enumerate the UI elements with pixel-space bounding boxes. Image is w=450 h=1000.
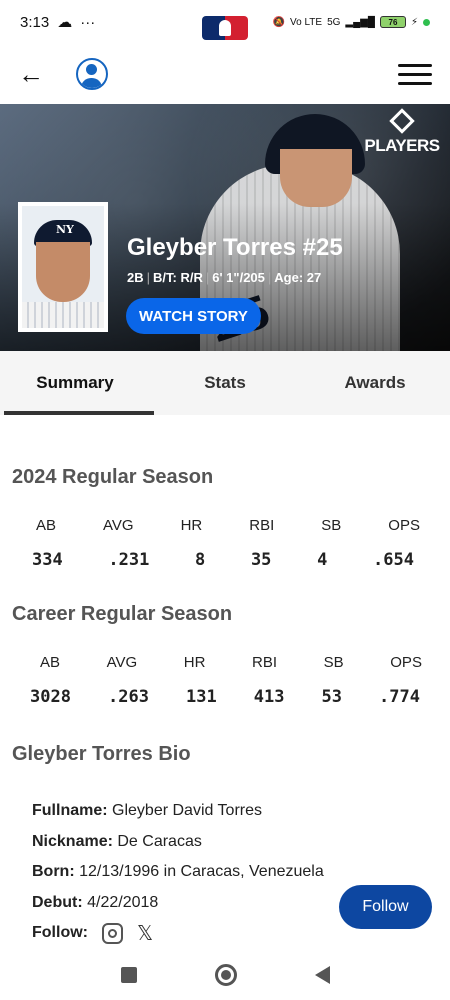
header-left: ←: [18, 58, 108, 90]
stat-header-ops: OPS: [390, 654, 422, 671]
bio-fullname-value: Gleyber David Torres: [112, 802, 262, 819]
career-title: Career Regular Season: [12, 603, 233, 625]
tab-awards[interactable]: Awards: [300, 351, 450, 415]
players-badge-text: PLAYERS: [364, 136, 440, 155]
follow-button[interactable]: Follow: [339, 885, 432, 929]
back-triangle-icon[interactable]: [314, 966, 330, 984]
bio-fullname: Fullname: Gleyber David Torres: [32, 796, 324, 827]
stat-header-hr: HR: [180, 517, 203, 534]
player-meta: 2B | B/T: R/R | 6' 1"/205 | Age: 27: [127, 270, 321, 285]
cloud-icon: ☁: [57, 14, 73, 31]
bio-born-label: Born:: [32, 863, 75, 880]
stat-value-avg: .263: [107, 687, 149, 707]
mlb-logo[interactable]: [202, 16, 248, 40]
stat-header-hr: HR: [183, 654, 206, 671]
status-right: 🔕 Vo LTE 5G ▂▄▆█ 76 ⚡: [273, 16, 430, 28]
headshot-image: NY: [22, 206, 104, 328]
avatar-head: [86, 64, 97, 75]
meta-separator: |: [146, 270, 151, 285]
stat-header-sb: SB: [323, 654, 344, 671]
season-title: 2024 Regular Season: [12, 466, 214, 488]
stat-value-avg: .231: [108, 550, 150, 570]
stat-header-rbi: RBI: [252, 654, 278, 671]
meta-separator: |: [267, 270, 272, 285]
stat-header-rbi: RBI: [249, 517, 275, 534]
bio-follow-label: Follow:: [32, 924, 88, 941]
stat-value-ab: 334: [32, 550, 63, 570]
signal-icon: ▂▄▆█: [345, 16, 375, 28]
headshot-cap-logo: NY: [56, 223, 74, 236]
privacy-dot-icon: [423, 18, 430, 26]
instagram-icon[interactable]: [101, 922, 123, 944]
stat-value-ops: .774: [378, 687, 420, 707]
bio-born-value: 12/13/1996 in Caracas, Venezuela: [79, 863, 324, 880]
tab-stats[interactable]: Stats: [150, 351, 300, 415]
stat-header-avg: AVG: [103, 517, 134, 534]
stat-header-sb: SB: [321, 517, 342, 534]
mute-icon: 🔕: [272, 16, 285, 28]
player-position: 2B: [127, 270, 144, 285]
tab-summary[interactable]: Summary: [0, 351, 154, 415]
stat-value-hr: 131: [185, 687, 217, 707]
stat-header-ops: OPS: [388, 517, 420, 534]
system-nav-bar: [0, 950, 450, 1000]
player-height-weight: 6' 1"/205: [212, 270, 265, 285]
watch-story-button[interactable]: WATCH STORY: [126, 298, 261, 334]
bio-debut-label: Debut:: [32, 893, 83, 911]
players-diamond-icon: [389, 108, 415, 134]
player-name: Gleyber Torres #25: [127, 234, 343, 261]
career-stats-headers: AB AVG HR RBI SB OPS: [0, 654, 450, 671]
bio-debut: Debut: 4/22/2018: [32, 888, 324, 919]
headshot-face: [36, 242, 90, 302]
bio-details: Fullname: Gleyber David Torres Nickname:…: [32, 796, 324, 949]
network-label: 5G: [327, 16, 341, 28]
volte-label: Vo LTE: [290, 16, 323, 28]
avatar-body: [81, 78, 102, 88]
bio-debut-value: 4/22/2018: [87, 893, 159, 911]
stat-header-ab: AB: [36, 517, 57, 534]
mlb-players-badge: PLAYERS: [360, 108, 444, 156]
bio-nickname: Nickname: De Caracas: [32, 827, 324, 858]
hamburger-menu-icon[interactable]: [398, 63, 432, 85]
status-time: 3:13: [20, 13, 50, 31]
status-dots: ···: [80, 13, 96, 31]
career-stats-values: 3028 .263 131 413 53 .774: [0, 687, 450, 707]
charging-icon: ⚡: [410, 16, 418, 28]
bio-nickname-label: Nickname:: [32, 832, 113, 850]
status-left: 3:13 ☁ ···: [20, 13, 96, 32]
stat-value-ab: 3028: [30, 687, 71, 707]
player-bats-throws: B/T: R/R: [153, 270, 203, 285]
menu-line: [398, 81, 432, 85]
stat-value-hr: 8: [195, 550, 206, 570]
back-arrow-icon[interactable]: ←: [18, 61, 44, 87]
menu-line: [398, 63, 432, 67]
menu-line: [398, 72, 432, 76]
recents-square-icon[interactable]: [120, 967, 137, 983]
player-headshot: NY: [18, 202, 108, 332]
stat-header-avg: AVG: [106, 654, 138, 671]
battery-icon: 76: [379, 16, 406, 28]
bio-nickname-value: De Caracas: [117, 832, 202, 850]
mlb-logo-batter: [219, 20, 231, 36]
season-stats-headers: AB AVG HR RBI SB OPS: [0, 517, 450, 534]
bio-follow-row: Follow: 𝕏: [32, 918, 324, 949]
stat-value-ops: .654: [373, 550, 414, 570]
player-age: Age: 27: [274, 270, 322, 285]
tab-bar: Summary Stats Awards: [0, 351, 450, 415]
headshot-shirt: [22, 302, 104, 328]
home-circle-icon[interactable]: [214, 964, 237, 986]
x-twitter-icon[interactable]: 𝕏: [137, 918, 153, 949]
stat-value-rbi: 35: [250, 550, 272, 570]
app-header: ←: [0, 44, 450, 104]
season-stats-values: 334 .231 8 35 4 .654: [0, 550, 450, 570]
bio-fullname-label: Fullname:: [32, 802, 108, 819]
user-avatar-icon[interactable]: [76, 58, 108, 90]
stat-value-rbi: 413: [253, 687, 285, 707]
stat-value-sb: 53: [321, 687, 342, 707]
bio-born: Born: 12/13/1996 in Caracas, Venezuela: [32, 857, 324, 888]
stat-header-ab: AB: [40, 654, 61, 671]
meta-separator: |: [205, 270, 210, 285]
stat-value-sb: 4: [317, 550, 328, 570]
bio-title: Gleyber Torres Bio: [12, 743, 191, 765]
